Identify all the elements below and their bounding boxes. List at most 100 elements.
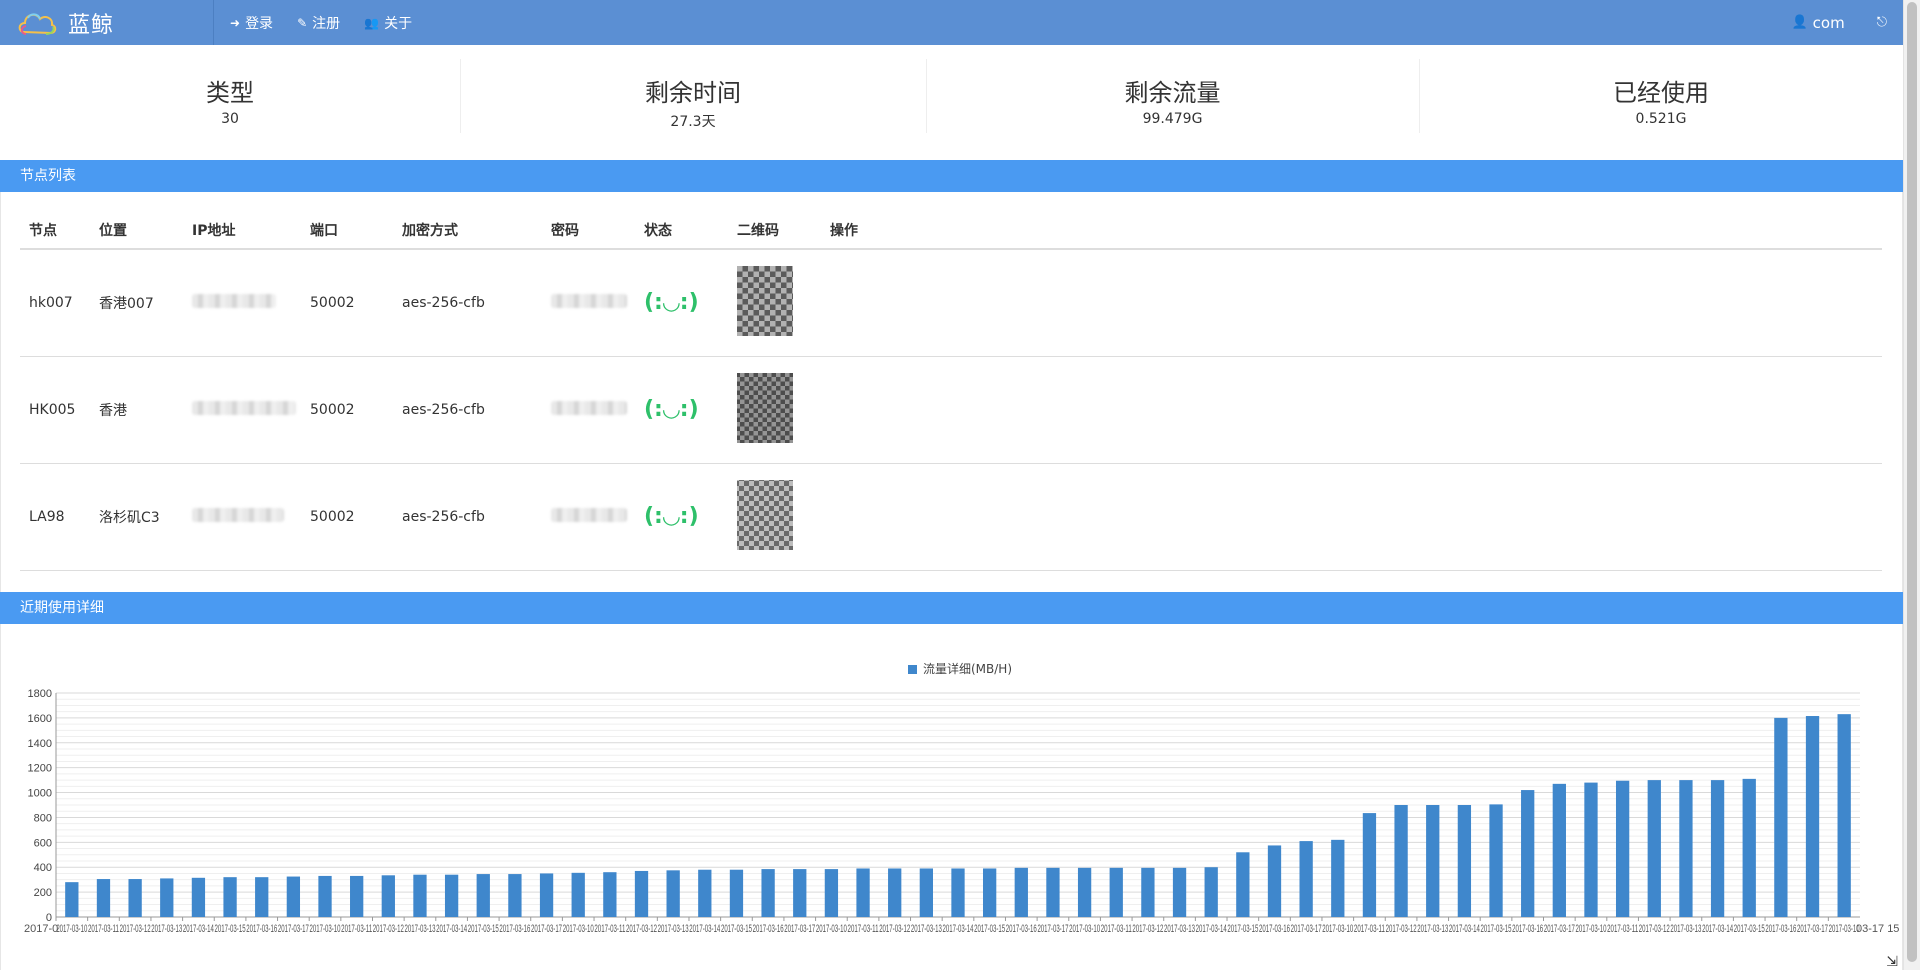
x-tick-label: 2017-03-15 — [721, 923, 752, 935]
usage-panel-header: 近期使用详细 — [0, 592, 1903, 624]
bar — [191, 877, 206, 917]
node-password — [542, 463, 635, 571]
bar — [508, 874, 522, 917]
x-tick-label: 2017-03-12 — [1639, 923, 1670, 935]
table-header-row: 节点 位置 IP地址 端口 加密方式 密码 状态 二维码 操作 — [20, 211, 1882, 250]
nav-about-link[interactable]: 👥 关于 — [364, 13, 412, 33]
edit-icon: ✎ — [297, 15, 308, 30]
x-tick-label: 2017-03-14 — [1196, 923, 1227, 935]
bar — [666, 870, 680, 917]
stat-title: 剩余时间 — [645, 79, 741, 107]
col-location: 位置 — [90, 211, 183, 250]
bar — [160, 878, 174, 917]
node-method: aes-256-cfb — [393, 463, 542, 571]
stat-remaining-traffic: 剩余流量 99.479G — [926, 45, 1419, 160]
bar — [1679, 780, 1693, 917]
x-tick-label: 2017-03-15 — [1481, 923, 1512, 935]
x-tick-label: 2017-03-16 — [1512, 923, 1543, 935]
x-tick-label: 2017-03-13 — [151, 923, 182, 935]
node-ip — [183, 356, 301, 464]
bar — [1394, 805, 1408, 917]
user-name: com — [1812, 13, 1845, 32]
page-scrollbar[interactable] — [1903, 0, 1920, 970]
x-tick-label: 2017-03-12 — [879, 923, 910, 935]
bar — [1172, 867, 1187, 917]
bar — [1521, 790, 1535, 917]
col-qrcode: 二维码 — [728, 211, 821, 250]
stat-remaining-time: 剩余时间 27.3天 — [460, 45, 926, 160]
x-tick-label: 2017-03-13 — [911, 923, 942, 935]
bar — [1647, 780, 1661, 917]
stat-title: 类型 — [206, 79, 254, 107]
bar — [919, 868, 933, 917]
bar — [413, 874, 427, 917]
x-tick-label: 2017-03-14 — [689, 923, 720, 935]
bar — [1457, 805, 1472, 917]
x-tick-label: 2017-03-16 — [753, 923, 784, 935]
col-status: 状态 — [635, 211, 728, 250]
x-tick-label: 2017-03-12 — [373, 923, 404, 935]
bar — [793, 869, 807, 917]
node-name: LA98 — [20, 463, 90, 571]
bar — [1362, 813, 1377, 917]
stat-value: 0.521G — [1635, 111, 1687, 127]
stat-type: 类型 30 — [0, 45, 460, 160]
y-tick-label: 1600 — [28, 713, 52, 725]
user-menu[interactable]: 👤 com — [1791, 14, 1844, 32]
nav-login-label: 登录 — [245, 15, 274, 32]
bar — [1046, 867, 1060, 917]
stat-title: 已经使用 — [1613, 79, 1709, 107]
stat-title: 剩余流量 — [1124, 79, 1221, 107]
x-tick-label: 2017-03-12 — [626, 923, 657, 935]
x-tick-label: 2017-03-13 — [1670, 923, 1701, 935]
node-qrcode — [728, 463, 821, 571]
x-tick-label: 2017-03-14 — [1702, 923, 1733, 935]
qr-code[interactable] — [737, 372, 793, 443]
nav-login-link[interactable]: ➜ 登录 — [230, 13, 273, 33]
table-row: HK005 香港 50002 aes-256-cfb (:◡:) — [20, 356, 1882, 464]
node-password — [542, 356, 635, 464]
x-last-label: 03-17 15: — [1856, 923, 1900, 935]
logout-icon[interactable]: ⎋ — [1877, 15, 1887, 30]
x-tick-label: 2017-03-10 — [1069, 923, 1100, 935]
stat-used: 已经使用 0.521G — [1419, 45, 1903, 160]
y-tick-label: 800 — [34, 812, 52, 824]
bar — [286, 876, 301, 917]
node-name: hk007 — [20, 249, 90, 357]
node-location: 香港007 — [90, 249, 183, 357]
user-icon: 👤 — [1791, 15, 1808, 30]
node-port: 50002 — [301, 356, 393, 464]
x-tick-label: 2017-03-13 — [404, 923, 435, 935]
x-tick-label: 2017-03-12 — [1386, 923, 1417, 935]
x-tick-label: 2017-03-17 — [531, 923, 562, 935]
brand-name: 蓝鲸 — [68, 12, 115, 38]
qr-code[interactable] — [737, 479, 793, 550]
node-status: (:◡:) — [635, 463, 728, 571]
x-tick-label: 2017-03-17 — [1797, 923, 1828, 935]
node-actions — [821, 249, 1882, 357]
status-smile-icon: (:◡:) — [644, 290, 699, 316]
x-tick-label: 2017-03-10 — [1322, 923, 1353, 935]
node-status: (:◡:) — [635, 249, 728, 357]
x-tick-label: 2017-03-15 — [1734, 923, 1765, 935]
bar — [888, 868, 902, 917]
brand[interactable]: 蓝鲸 — [0, 0, 214, 45]
node-password — [542, 249, 635, 357]
table-row: LA98 洛杉矶C3 50002 aes-256-cfb (:◡:) — [20, 463, 1882, 571]
scrollbar-thumb[interactable] — [1907, 2, 1917, 962]
node-location: 洛杉矶C3 — [90, 463, 183, 571]
bar — [761, 869, 775, 917]
nav-register-link[interactable]: ✎ 注册 — [297, 13, 340, 33]
x-tick-label: 2017-03-15 — [215, 923, 246, 935]
col-actions: 操作 — [821, 211, 1882, 250]
bar — [1710, 780, 1725, 917]
bar — [983, 868, 997, 917]
bar — [381, 875, 395, 917]
x-tick-label: 2017-03-15 — [974, 923, 1005, 935]
qr-code[interactable] — [737, 265, 793, 336]
x-tick-label: 2017-03-15 — [1227, 923, 1258, 935]
x-tick-label: 2017-03-16 — [1765, 923, 1796, 935]
bar — [476, 874, 490, 917]
cloud-logo-icon — [18, 12, 57, 35]
nav-links: ➜ 登录 ✎ 注册 👥 关于 — [230, 0, 436, 45]
